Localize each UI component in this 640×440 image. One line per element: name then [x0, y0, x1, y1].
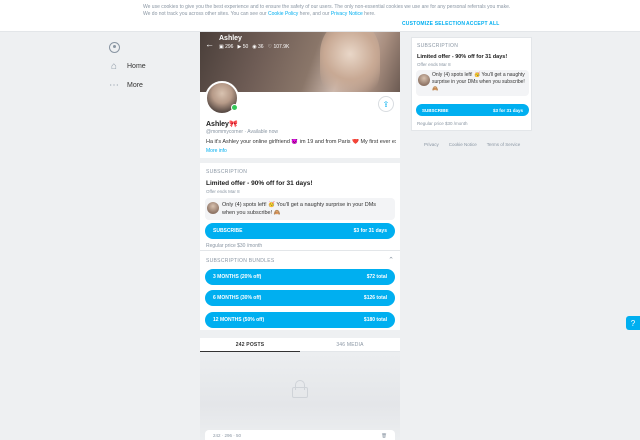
tab-media[interactable]: 346 MEDIA	[300, 342, 400, 348]
privacy-notice-link[interactable]: Privacy Notice	[331, 11, 363, 17]
home-icon: ⌂	[110, 60, 118, 72]
sidebar-item-home[interactable]: ⌂ Home	[108, 57, 188, 75]
offer-ends: Offer ends Mar 8	[417, 62, 451, 67]
customize-selection-button[interactable]: CUSTOMIZE SELECTION	[402, 21, 465, 27]
bundle-price: $126 total	[363, 295, 387, 301]
bundle-label: 12 MONTHS (50% off)	[213, 317, 265, 323]
terms-link[interactable]: Terms of Service	[487, 142, 521, 147]
offer-title: Limited offer - 90% off for 31 days!	[417, 54, 508, 60]
offer-message: Only (4) spots left! 🥳 You'll get a naug…	[416, 70, 529, 96]
cookie-notice-link[interactable]: Cookie Notice	[449, 142, 477, 147]
photos-count: ▣ 296	[219, 44, 234, 50]
divider	[200, 158, 400, 163]
divider	[200, 330, 400, 338]
profile-bio: Ha it's Ashley your online girlfriend 😈 …	[206, 139, 396, 145]
avatar	[207, 202, 219, 214]
offer-title: Limited offer - 90% off for 31 days!	[206, 180, 313, 187]
cookie-text-suffix: here.	[362, 11, 376, 17]
offer-message: Only (4) spots left! 🥳 You'll get a naug…	[205, 198, 395, 220]
cookie-text-middle: here, and our	[298, 11, 331, 17]
cookie-banner: We use cookies to give you the best expe…	[0, 0, 640, 32]
subscribe-price: $3 for 31 days	[353, 228, 387, 234]
avatar[interactable]	[205, 81, 239, 115]
profile-handle: @mommycorner · Available now	[206, 129, 278, 135]
streams-count: ◉ 36	[252, 44, 264, 50]
sidebar-item-label: Home	[127, 62, 146, 70]
locked-post-preview[interactable]	[200, 352, 400, 440]
subscribe-button[interactable]: SUBSCRIBE $3 for 31 days	[205, 223, 395, 239]
bundle-price: $180 total	[363, 317, 387, 323]
sidebar-nav: ⌂ Home ⋯ More	[108, 38, 188, 95]
post-counts: 242 · 296 · 50	[213, 433, 242, 438]
sidebar-item-more[interactable]: ⋯ More	[108, 76, 188, 94]
subscription-header: SUBSCRIPTION	[417, 43, 459, 49]
trash-icon[interactable]: 🗑	[381, 433, 387, 439]
bundle-price: $72 total	[366, 274, 387, 280]
bundles-header[interactable]: SUBSCRIPTION BUNDLES	[206, 258, 275, 264]
more-info-link[interactable]: More info	[206, 148, 227, 154]
accept-all-button[interactable]: ACCEPT ALL	[466, 21, 499, 27]
tab-posts[interactable]: 242 POSTS	[200, 342, 300, 348]
bundle-label: 6 MONTHS (30% off)	[213, 295, 262, 301]
regular-price: Regular price $30 /month	[417, 121, 468, 126]
footer-links: Privacy Cookie Notice Terms of Service	[424, 142, 520, 147]
more-icon: ⋯	[109, 79, 119, 91]
sidebar-item-profile[interactable]	[108, 38, 188, 56]
content-tabs: 242 POSTS 346 MEDIA	[200, 338, 400, 352]
bundle-button[interactable]: 6 MONTHS (30% off) $126 total	[205, 290, 395, 306]
subscribe-button[interactable]: SUBSCRIBE $3 for 31 days	[416, 104, 529, 116]
chevron-up-icon[interactable]: ⌃	[388, 256, 394, 264]
user-icon	[108, 41, 120, 53]
subscribe-label: SUBSCRIBE	[422, 107, 449, 113]
bundle-button[interactable]: 12 MONTHS (50% off) $180 total	[205, 312, 395, 328]
regular-price: Regular price $30 /month	[206, 243, 263, 249]
side-subscription-card: SUBSCRIPTION Limited offer - 90% off for…	[411, 37, 532, 131]
share-icon[interactable]: ⇪	[378, 96, 394, 112]
offer-message-text: Only (4) spots left! 🥳 You'll get a naug…	[432, 72, 525, 92]
back-arrow-icon[interactable]: ←	[205, 39, 214, 49]
online-status-dot	[231, 104, 238, 111]
likes-count: ♡ 107.9K	[267, 44, 290, 50]
cover-name: Ashley	[219, 35, 242, 42]
privacy-link[interactable]: Privacy	[424, 142, 439, 147]
bundle-button[interactable]: 3 MONTHS (20% off) $72 total	[205, 269, 395, 285]
avatar	[418, 74, 430, 86]
cookie-text: We use cookies to give you the best expe…	[143, 4, 513, 18]
post-footer-bar: 242 · 296 · 50 🗑	[205, 430, 395, 440]
divider	[200, 250, 400, 251]
videos-count: ▶ 50	[237, 44, 249, 50]
availability-status: Available now	[247, 129, 278, 135]
subscription-header: SUBSCRIPTION	[206, 169, 248, 175]
lock-icon	[292, 380, 308, 398]
bundle-label: 3 MONTHS (20% off)	[213, 274, 262, 280]
profile-name: Ashley🎀	[206, 121, 238, 128]
offer-ends: Offer ends Mar 8	[206, 189, 240, 194]
subscribe-price: $3 for 31 days	[492, 107, 523, 113]
profile-column: ← Ashley ▣ 296 ▶ 50 ◉ 36 ♡ 107.9K ⇪ Ashl…	[200, 32, 400, 440]
offer-message-text: Only (4) spots left! 🥳 You'll get a naug…	[222, 202, 377, 216]
subscribe-label: SUBSCRIBE	[213, 228, 243, 234]
profile-stats: ▣ 296 ▶ 50 ◉ 36 ♡ 107.9K	[219, 44, 289, 50]
sidebar-item-label: More	[127, 81, 143, 89]
cookie-policy-link[interactable]: Cookie Policy	[268, 11, 298, 17]
help-icon[interactable]: ?	[626, 316, 640, 330]
